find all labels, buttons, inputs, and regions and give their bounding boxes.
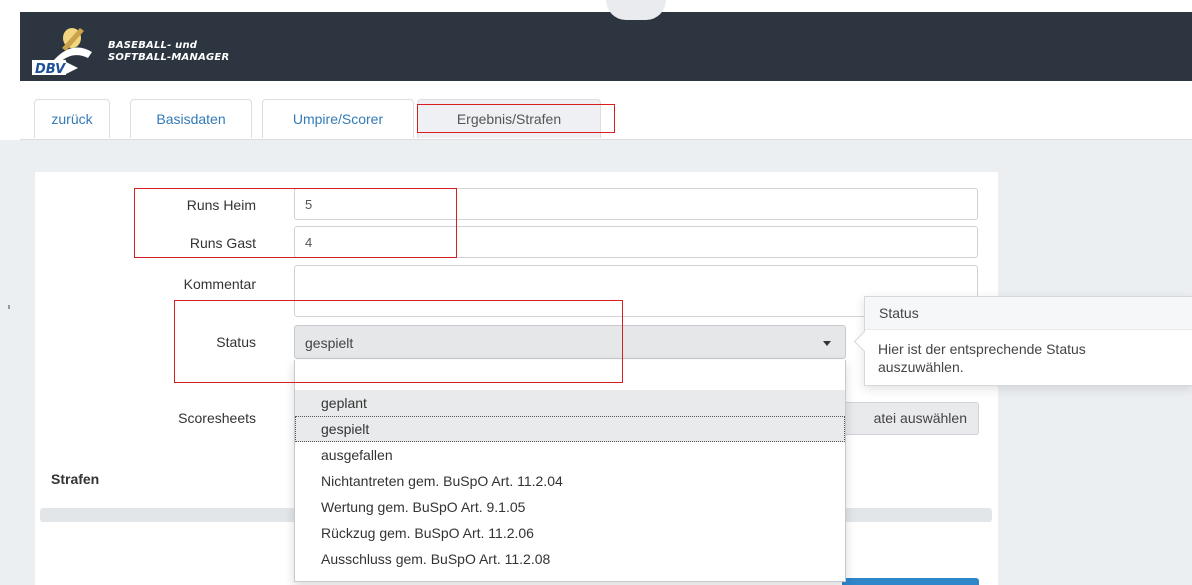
runs-heim-input[interactable]: 5 [294,188,978,220]
logo-line-2: SOFTBALL-MANAGER [108,52,230,63]
caret-down-icon [823,341,831,346]
status-option-rueckzug[interactable]: Rückzug gem. BuSpO Art. 11.2.06 [295,520,845,546]
status-label: Status [216,334,256,350]
scroll-marker [8,305,10,309]
dropdown-search[interactable] [295,360,845,390]
status-dropdown-list: geplant gespielt ausgefallen Nichtantret… [294,360,846,582]
tab-zurueck[interactable]: zurück [34,99,110,138]
kommentar-label: Kommentar [183,276,256,292]
header-notch [606,0,666,20]
choose-file-button[interactable]: atei auswählen [846,402,979,435]
status-option-wertung[interactable]: Wertung gem. BuSpO Art. 9.1.05 [295,494,845,520]
primary-button[interactable] [842,578,979,585]
tab-basisdaten[interactable]: Basisdaten [130,99,252,138]
status-selected-value: gespielt [305,335,354,351]
dbv-logo[interactable]: DBV BASEBALL- und SOFTBALL-MANAGER [32,22,242,77]
popover-body: Hier ist der entsprechende Status auszuw… [878,341,1086,375]
runs-heim-label: Runs Heim [186,197,256,213]
status-select[interactable]: gespielt [294,325,846,359]
scoresheets-label: Scoresheets [178,410,256,426]
logo-badge-text: DBV [35,62,66,77]
baseball-player-icon: DBV [32,28,92,77]
tab-bar: zurück Basisdaten Umpire/Scorer Ergebnis… [20,81,1192,140]
tab-ergebnis-strafen[interactable]: Ergebnis/Strafen [417,99,601,138]
status-option-ausgefallen[interactable]: ausgefallen [295,442,845,468]
runs-gast-input[interactable]: 4 [294,226,978,258]
runs-gast-label: Runs Gast [189,235,256,251]
penalties-heading: Strafen [51,471,100,487]
status-option-nichtantreten[interactable]: Nichtantreten gem. BuSpO Art. 11.2.04 [295,468,845,494]
status-option-gespielt[interactable]: gespielt [295,416,845,442]
top-navbar: DBV BASEBALL- und SOFTBALL-MANAGER [20,0,1192,81]
tab-umpire-scorer[interactable]: Umpire/Scorer [262,99,414,138]
popover-title: Status [865,297,1192,330]
status-option-ausschluss[interactable]: Ausschluss gem. BuSpO Art. 11.2.08 [295,546,845,572]
logo-line-1: BASEBALL- und [108,40,198,51]
status-option-geplant[interactable]: geplant [295,390,845,416]
status-help-popover: Status Hier ist der entsprechende Status… [853,296,1192,386]
logo-text: BASEBALL- und SOFTBALL-MANAGER [108,40,229,64]
